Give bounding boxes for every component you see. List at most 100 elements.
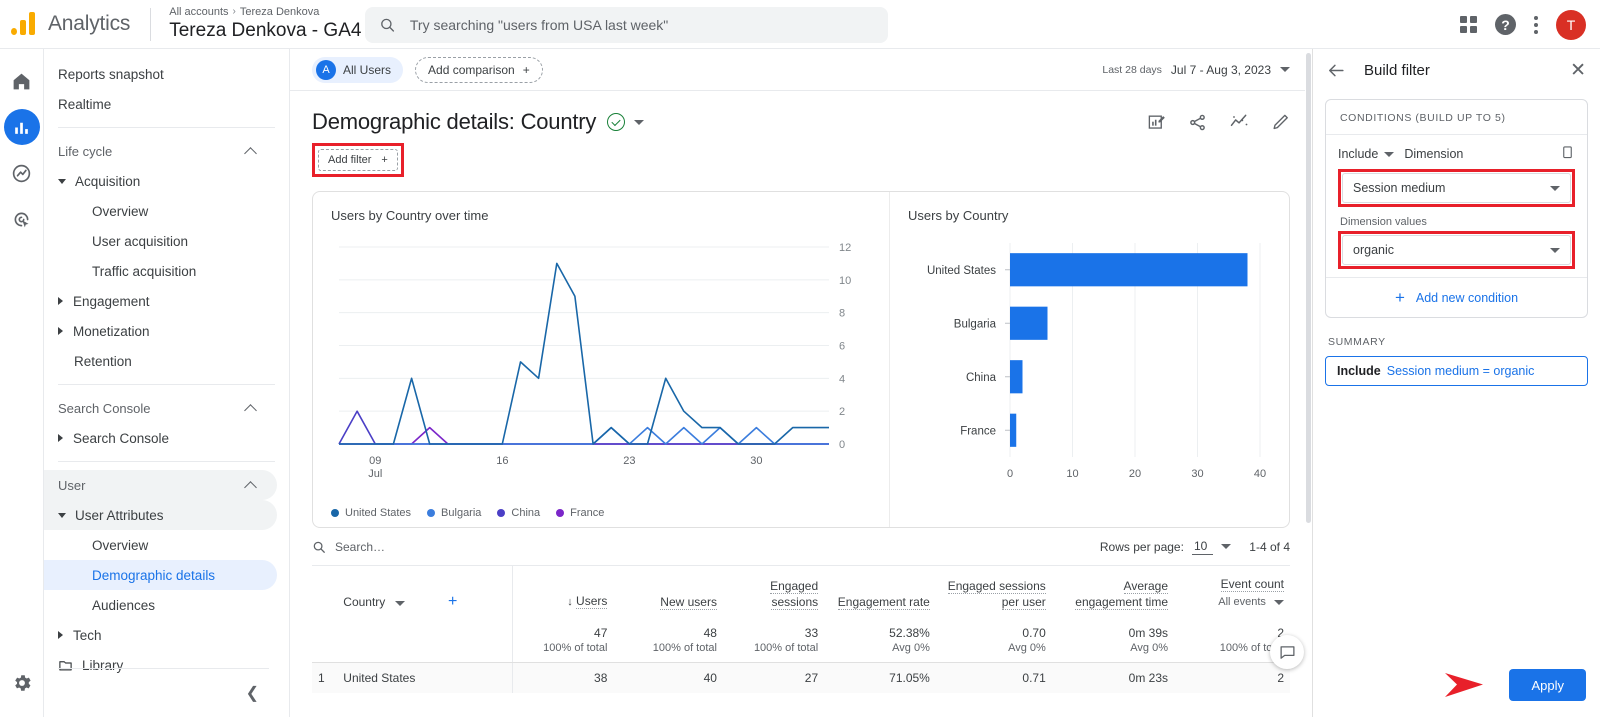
audience-chip[interactable]: A All Users — [312, 56, 404, 83]
add-filter-button[interactable]: Add filter + — [318, 149, 398, 171]
users-by-country-over-time-chart[interactable]: 0 2 4 6 8 10 12 09Jul 16 23 30 — [331, 229, 871, 494]
sidebar-item-audiences[interactable]: Audiences — [44, 590, 277, 620]
nav-group-search-console[interactable]: Search Console — [44, 393, 277, 423]
sidebar-item-realtime[interactable]: Realtime — [44, 89, 277, 119]
apply-button[interactable]: Apply — [1509, 669, 1586, 701]
duplicate-condition-icon[interactable] — [1560, 145, 1575, 163]
edit-pencil-icon[interactable] — [1271, 113, 1290, 132]
bar-chart-title: Users by Country — [908, 208, 1009, 223]
users-by-country-chart[interactable]: 0 10 20 30 40 United States Bulgaria China Franc… — [908, 229, 1308, 509]
svg-text:30: 30 — [750, 455, 762, 467]
nav-group-life-cycle[interactable]: Life cycle — [44, 136, 277, 166]
rail-item-advertising[interactable] — [4, 201, 40, 237]
table-totals-row: 47 100% of total 48 100% of total 33 100… — [312, 618, 1290, 663]
add-comparison-button[interactable]: Add comparison + — [415, 56, 543, 83]
sidebar-item-retention[interactable]: Retention — [44, 346, 277, 376]
sidebar-item-acquisition[interactable]: Acquisition — [44, 166, 277, 196]
totals-avg-engagement-time-value: 0m 39s — [1128, 626, 1169, 640]
sidebar-item-monetization[interactable]: Monetization — [44, 316, 277, 346]
th-average-engagement-time[interactable]: Average engagement time — [1052, 566, 1174, 618]
th-engaged-sessions-per-user[interactable]: Engaged sessions per user — [936, 566, 1052, 618]
nav-divider — [58, 127, 275, 128]
dimension-select[interactable]: Session medium — [1342, 173, 1571, 203]
insights-edit-icon[interactable] — [1147, 113, 1166, 132]
th-new-users-label: New users — [660, 595, 717, 610]
sidebar-item-engagement[interactable]: Engagement — [44, 286, 277, 316]
sidebar-item-user-attributes[interactable]: User Attributes — [44, 500, 277, 530]
title-chevron-down-icon[interactable] — [634, 119, 645, 125]
breadcrumb-all-accounts[interactable]: All accounts — [169, 5, 228, 19]
feedback-chat-icon — [1279, 645, 1295, 659]
pagination-range: 1-4 of 4 — [1249, 539, 1290, 554]
legend-item[interactable]: France — [556, 507, 604, 519]
advertising-target-icon — [14, 212, 29, 227]
date-range-selector[interactable]: Last 28 days Jul 7 - Aug 3, 2023 — [1102, 63, 1290, 77]
totals-index — [312, 618, 338, 663]
global-search[interactable] — [365, 7, 888, 43]
bar[interactable] — [1010, 306, 1048, 340]
table-search[interactable]: Search… — [312, 540, 385, 554]
th-users[interactable]: ↓ Users — [512, 566, 613, 618]
search-input[interactable] — [409, 17, 874, 33]
apps-grid-icon[interactable] — [1460, 16, 1477, 33]
sidebar-item-reports-snapshot[interactable]: Reports snapshot — [44, 59, 277, 89]
sidebar-item-search-console[interactable]: Search Console — [44, 423, 277, 453]
rail-item-home[interactable] — [4, 63, 40, 99]
rail-item-explore[interactable] — [4, 155, 40, 191]
analytics-app: Analytics All accounts › Tereza Denkova … — [0, 0, 1600, 717]
totals-engagement-rate: 52.38% Avg 0% — [824, 618, 936, 663]
main-scrollbar[interactable] — [1305, 49, 1312, 717]
add-dimension-icon[interactable]: + — [448, 593, 457, 610]
sidebar-item-user-acquisition[interactable]: User acquisition — [44, 226, 277, 256]
svg-text:30: 30 — [1191, 468, 1203, 480]
th-engaged-sessions[interactable]: Engaged sessions — [723, 566, 824, 618]
share-icon[interactable] — [1188, 113, 1207, 132]
sidebar-item-user-attributes-overview[interactable]: Overview — [44, 530, 277, 560]
sidebar-item-acquisition-overview[interactable]: Overview — [44, 196, 277, 226]
bar[interactable] — [1010, 413, 1017, 447]
th-engaged-sessions-per-user-label: Engaged sessions per user — [947, 579, 1046, 610]
breadcrumb-account-name[interactable]: Tereza Denkova — [240, 5, 320, 19]
back-arrow-icon[interactable] — [1327, 61, 1346, 80]
sidebar-item-traffic-acquisition[interactable]: Traffic acquisition — [44, 256, 277, 286]
th-event-count-sub[interactable]: All events — [1180, 594, 1284, 610]
avatar[interactable]: T — [1556, 9, 1586, 40]
totals-users: 47 100% of total — [512, 618, 614, 663]
svg-text:4: 4 — [839, 373, 845, 385]
bar[interactable] — [1010, 253, 1248, 287]
sidebar-item-library[interactable]: Library — [44, 650, 277, 680]
insights-sparkline-icon[interactable] — [1229, 112, 1249, 132]
chevron-down-icon[interactable] — [1384, 151, 1395, 157]
collapse-nav-button[interactable]: ❮ — [246, 683, 259, 703]
legend-item[interactable]: Bulgaria — [427, 507, 481, 519]
rows-per-page[interactable]: Rows per page: 10 — [1100, 539, 1232, 555]
chevron-down-icon — [394, 601, 405, 606]
help-icon[interactable]: ? — [1495, 14, 1516, 35]
table-row[interactable]: 1 United States 38 40 27 71.05% 0.71 0m … — [312, 662, 1290, 693]
rail-item-admin[interactable] — [11, 672, 33, 699]
th-engagement-rate[interactable]: Engagement rate — [824, 566, 936, 618]
feedback-button[interactable] — [1270, 635, 1304, 669]
sidebar-item-tech[interactable]: Tech — [44, 620, 277, 650]
row-country[interactable]: United States — [337, 662, 513, 693]
match-type-label[interactable]: Include — [1338, 147, 1378, 161]
data-table-section: Search… Rows per page: 10 1-4 of 4 Count… — [312, 528, 1290, 693]
dimension-values-select[interactable]: organic — [1342, 235, 1571, 265]
th-event-count[interactable]: Event count All events — [1174, 566, 1290, 618]
sidebar-item-label: Realtime — [58, 96, 112, 112]
property-name[interactable]: Tereza Denkova - GA4 — [169, 19, 377, 43]
totals-engaged-sessions-per-user: 0.70 Avg 0% — [935, 618, 1052, 663]
nav-group-user[interactable]: User — [44, 470, 277, 500]
legend-item[interactable]: United States — [331, 507, 411, 519]
bar[interactable] — [1010, 360, 1023, 394]
legend-item[interactable]: China — [497, 507, 540, 519]
svg-text:12: 12 — [839, 242, 851, 254]
rail-item-reports[interactable] — [3, 109, 40, 145]
sidebar-item-demographic-details[interactable]: Demographic details — [44, 560, 277, 590]
th-country[interactable]: Country + — [337, 566, 513, 618]
account-selector[interactable]: All accounts › Tereza Denkova Tereza Den… — [169, 5, 377, 43]
more-options-icon[interactable] — [1534, 15, 1538, 34]
close-icon[interactable]: ✕ — [1570, 61, 1586, 80]
add-new-condition-button[interactable]: + Add new condition — [1326, 277, 1587, 317]
th-new-users[interactable]: New users — [613, 566, 723, 618]
